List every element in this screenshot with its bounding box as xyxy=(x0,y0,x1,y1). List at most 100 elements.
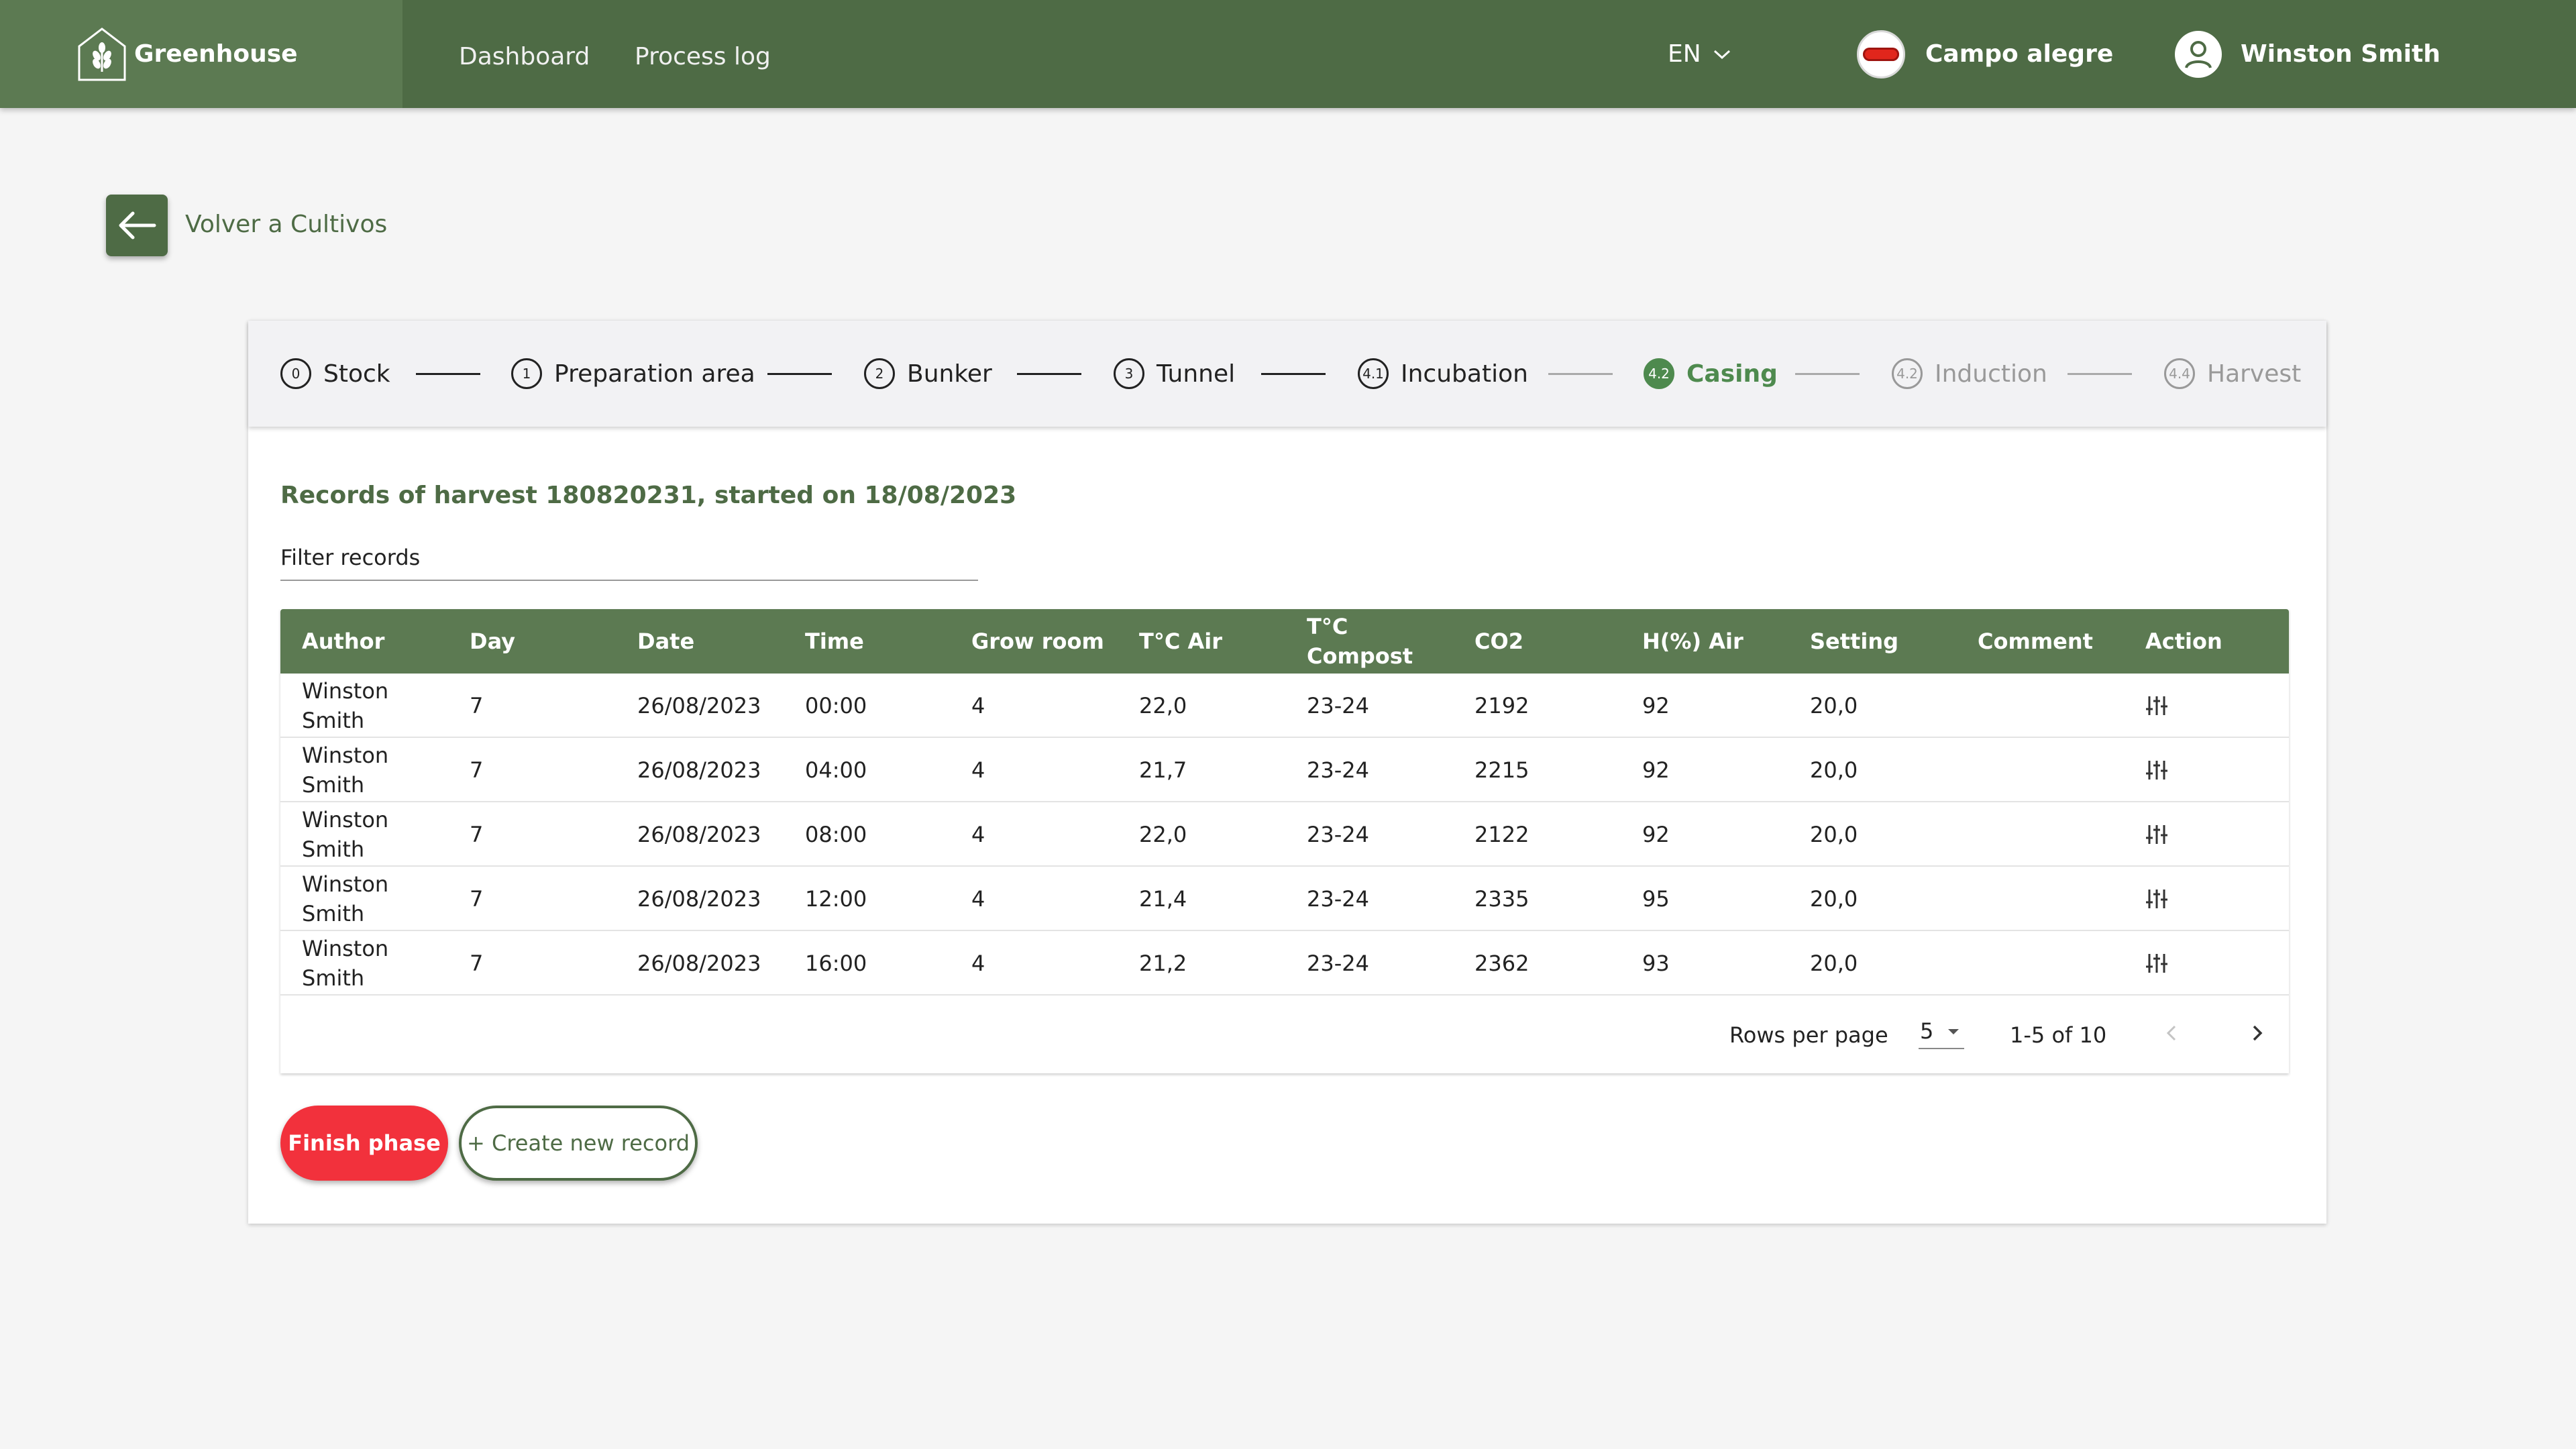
step-number: 4.2 xyxy=(1892,358,1923,389)
cell-time: 04:00 xyxy=(805,757,867,783)
cell-air-temp: 22,0 xyxy=(1139,693,1187,718)
cell-grow-room: 4 xyxy=(971,886,985,912)
step-casing[interactable]: 4.2 Casing xyxy=(1644,321,1778,427)
cell-date: 26/08/2023 xyxy=(637,822,761,847)
cell-author: Winston Smith xyxy=(302,871,389,926)
step-label: Preparation area xyxy=(554,360,755,388)
column-header: Grow room xyxy=(971,629,1104,654)
step-label: Casing xyxy=(1686,360,1778,388)
cell-humidity: 92 xyxy=(1642,757,1670,783)
step-preparation-area[interactable]: 1 Preparation area xyxy=(511,321,755,427)
step-stock[interactable]: 0 Stock xyxy=(280,321,390,427)
cell-setting: 20,0 xyxy=(1810,951,1858,976)
step-label: Tunnel xyxy=(1157,360,1236,388)
cell-action xyxy=(2145,738,2168,802)
cell-time: 12:00 xyxy=(805,886,867,912)
column-header: CO2 xyxy=(1474,629,1523,654)
cell-action xyxy=(2145,867,2168,931)
step-incubation[interactable]: 4.1 Incubation xyxy=(1358,321,1528,427)
next-page-icon[interactable] xyxy=(2243,1020,2270,1046)
brand[interactable]: Greenhouse xyxy=(0,0,402,108)
column-header: Action xyxy=(2145,629,2222,654)
cell-compost-temp: 23-24 xyxy=(1307,951,1369,976)
step-connector xyxy=(767,373,832,375)
cell-date: 26/08/2023 xyxy=(637,886,761,912)
language-selector[interactable]: EN xyxy=(1668,0,1732,108)
cell-setting: 20,0 xyxy=(1810,757,1858,783)
step-tunnel[interactable]: 3 Tunnel xyxy=(1114,321,1235,427)
column-header: Time xyxy=(805,629,864,654)
user-menu[interactable]: Winston Smith xyxy=(2175,0,2440,108)
create-new-record-button[interactable]: + Create new record xyxy=(459,1106,698,1181)
page-range: 1-5 of 10 xyxy=(2010,1022,2107,1048)
column-header: T°C Air xyxy=(1139,629,1222,654)
cell-date: 26/08/2023 xyxy=(637,757,761,783)
tune-icon[interactable] xyxy=(2145,694,2168,717)
cell-day: 7 xyxy=(470,757,484,783)
nav-dashboard[interactable]: Dashboard xyxy=(459,0,590,108)
cell-humidity: 92 xyxy=(1642,822,1670,847)
cell-date: 26/08/2023 xyxy=(637,693,761,718)
filter-records-field[interactable] xyxy=(280,545,978,581)
step-connector xyxy=(1795,373,1860,375)
filter-records-input[interactable] xyxy=(280,545,978,570)
cell-humidity: 92 xyxy=(1642,693,1670,718)
column-header: Author xyxy=(302,629,385,654)
step-induction[interactable]: 4.2 Induction xyxy=(1892,321,2047,427)
cell-setting: 20,0 xyxy=(1810,886,1858,912)
cell-action xyxy=(2145,931,2168,996)
table-pagination: Rows per page 5 1-5 of 10 xyxy=(280,998,2289,1073)
step-number: 2 xyxy=(864,358,895,389)
top-bar: Greenhouse Dashboard Process log EN Camp… xyxy=(0,0,2576,108)
back-link[interactable]: Volver a Cultivos xyxy=(185,211,387,238)
tune-icon[interactable] xyxy=(2145,952,2168,975)
cell-compost-temp: 23-24 xyxy=(1307,822,1369,847)
cell-co2: 2335 xyxy=(1474,886,1529,912)
phase-stepper: 0 Stock 1 Preparation area 2 Bunker 3 Tu… xyxy=(248,321,2326,427)
step-connector xyxy=(1548,373,1613,375)
greenhouse-logo-icon xyxy=(78,27,126,80)
user-avatar-icon xyxy=(2175,30,2222,78)
step-number: 4.2 xyxy=(1644,358,1674,389)
rows-per-page-select[interactable]: 5 xyxy=(1919,1018,1964,1049)
cell-day: 7 xyxy=(470,951,484,976)
tune-icon[interactable] xyxy=(2145,888,2168,910)
step-connector xyxy=(1261,373,1326,375)
cell-grow-room: 4 xyxy=(971,693,985,718)
cell-time: 16:00 xyxy=(805,951,867,976)
column-header: Setting xyxy=(1810,629,1898,654)
finish-phase-button[interactable]: Finish phase xyxy=(280,1106,448,1181)
step-bunker[interactable]: 2 Bunker xyxy=(864,321,992,427)
column-header: Day xyxy=(470,629,516,654)
tune-icon[interactable] xyxy=(2145,759,2168,782)
farm-selector[interactable]: Campo alegre xyxy=(1857,0,2113,108)
cell-setting: 20,0 xyxy=(1810,693,1858,718)
step-connector xyxy=(2068,373,2132,375)
cell-time: 00:00 xyxy=(805,693,867,718)
cell-grow-room: 4 xyxy=(971,757,985,783)
step-label: Harvest xyxy=(2207,360,2302,388)
cell-co2: 2362 xyxy=(1474,951,1529,976)
cell-author: Winston Smith xyxy=(302,743,389,798)
cell-grow-room: 4 xyxy=(971,822,985,847)
cell-time: 08:00 xyxy=(805,822,867,847)
farm-name: Campo alegre xyxy=(1925,40,2114,68)
step-label: Induction xyxy=(1935,360,2047,388)
tune-icon[interactable] xyxy=(2145,823,2168,846)
cell-grow-room: 4 xyxy=(971,951,985,976)
back-button[interactable] xyxy=(106,195,168,256)
step-label: Incubation xyxy=(1401,360,1528,388)
previous-page-icon[interactable] xyxy=(2159,1020,2186,1046)
column-header: T°C Compost xyxy=(1307,614,1413,669)
step-harvest[interactable]: 4.4 Harvest xyxy=(2164,321,2301,427)
rows-per-page-value: 5 xyxy=(1920,1018,1934,1044)
table-row: Winston Smith 7 26/08/2023 16:00 4 21,2 … xyxy=(280,931,2289,996)
column-header: Date xyxy=(637,629,695,654)
cell-day: 7 xyxy=(470,822,484,847)
cell-air-temp: 21,2 xyxy=(1139,951,1187,976)
cell-air-temp: 21,7 xyxy=(1139,757,1187,783)
brand-name: Greenhouse xyxy=(134,40,298,68)
cell-co2: 2122 xyxy=(1474,822,1529,847)
nav-process-log[interactable]: Process log xyxy=(635,0,771,108)
cell-author: Winston Smith xyxy=(302,807,389,862)
